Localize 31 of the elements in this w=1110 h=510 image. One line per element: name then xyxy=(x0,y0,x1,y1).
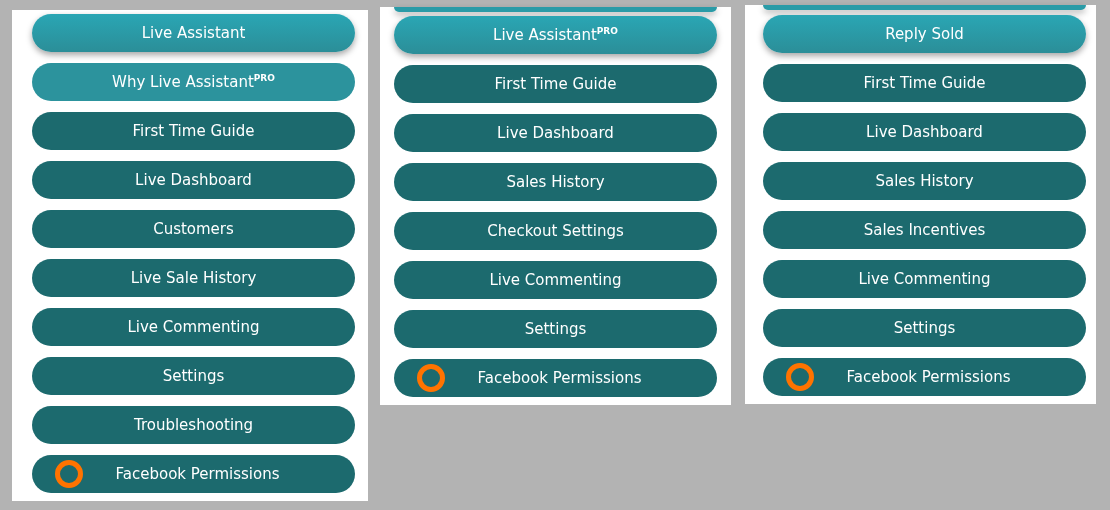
menu-button[interactable]: Live Assistant xyxy=(32,14,355,52)
menu-button[interactable]: First Time Guide xyxy=(32,112,355,150)
menu-button[interactable]: Customers xyxy=(32,210,355,248)
menu-button[interactable]: Live Commenting xyxy=(394,261,717,299)
menu-button[interactable]: Live Commenting xyxy=(32,308,355,346)
menu-button[interactable]: Live Commenting xyxy=(763,260,1086,298)
menu-button[interactable]: First Time Guide xyxy=(763,64,1086,102)
menu-button[interactable]: Live Dashboard xyxy=(32,161,355,199)
menu-button[interactable]: Settings xyxy=(763,309,1086,347)
menu-button[interactable]: Settings xyxy=(394,310,717,348)
ring-icon xyxy=(416,363,446,393)
menu-button[interactable]: Sales Incentives xyxy=(763,211,1086,249)
ring-icon xyxy=(54,459,84,489)
menu-button[interactable]: Facebook Permissions xyxy=(763,358,1086,396)
menu-button[interactable]: Sales History xyxy=(763,162,1086,200)
menu-button-edge[interactable] xyxy=(394,7,717,12)
menu-button-edge[interactable] xyxy=(763,5,1086,10)
menu-button[interactable]: Troubleshooting xyxy=(32,406,355,444)
ring-icon xyxy=(785,362,815,392)
menu-button[interactable]: Facebook Permissions xyxy=(394,359,717,397)
menu-button[interactable]: First Time Guide xyxy=(394,65,717,103)
menu-button[interactable]: Settings xyxy=(32,357,355,395)
menu-button[interactable]: Live Dashboard xyxy=(394,114,717,152)
menu-button[interactable]: Why Live Assistant$^{PRO}$ xyxy=(32,63,355,101)
menu-button[interactable]: Sales History xyxy=(394,163,717,201)
menu-button[interactable]: Live Sale History xyxy=(32,259,355,297)
menu-button[interactable]: Checkout Settings xyxy=(394,212,717,250)
menu-button[interactable]: Live Dashboard xyxy=(763,113,1086,151)
menu-button[interactable]: Facebook Permissions xyxy=(32,455,355,493)
menu-button[interactable]: Live Assistant$^{PRO}$ xyxy=(394,16,717,54)
menu-button[interactable]: Reply Sold xyxy=(763,15,1086,53)
